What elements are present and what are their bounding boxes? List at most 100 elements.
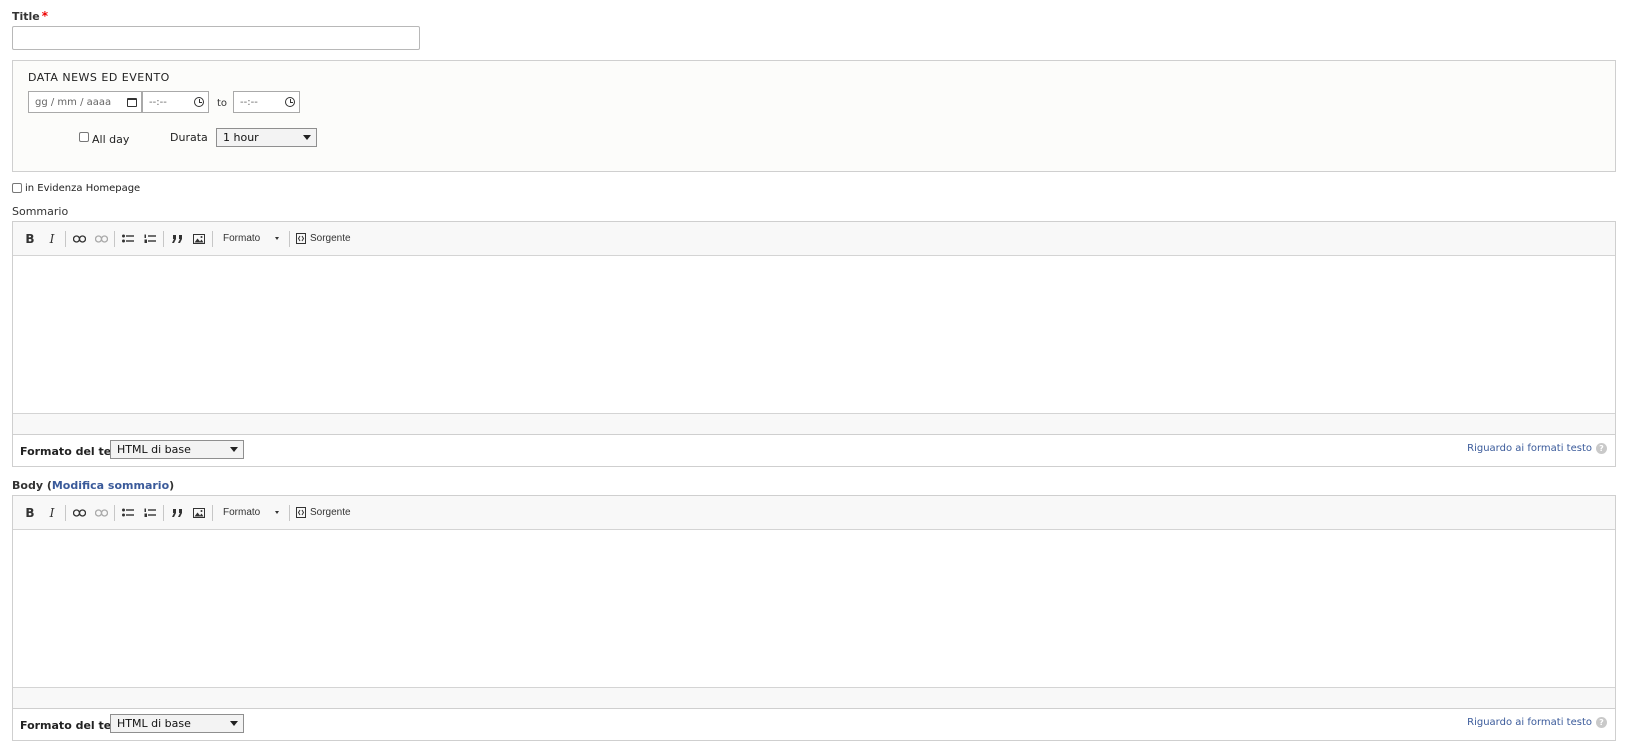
summary-text-area[interactable] (13, 256, 1615, 414)
unlink-button[interactable] (90, 228, 112, 250)
numbered-list-icon (144, 234, 156, 243)
toolbar-separator (212, 504, 213, 521)
end-time-placeholder: --:-- (240, 96, 258, 108)
source-button[interactable]: Sorgente (292, 233, 355, 244)
start-date-placeholder: gg / mm / aaaa (35, 96, 112, 108)
unlink-button[interactable] (90, 502, 112, 524)
link-icon (72, 508, 86, 517)
link-button[interactable] (68, 502, 90, 524)
duration-select[interactable]: 1 hour (216, 128, 317, 147)
format-dropdown-label: Formato (223, 507, 261, 518)
end-time-input[interactable]: --:-- (233, 91, 300, 113)
clock-icon[interactable] (285, 97, 295, 107)
summary-format-row: Formato del testo HTML di base Riguardo … (12, 435, 1616, 467)
start-date-input[interactable]: gg / mm / aaaa (28, 91, 142, 113)
dropdown-arrow-icon (303, 135, 311, 140)
chevron-down-icon (275, 511, 279, 514)
duration-value: 1 hour (223, 131, 259, 144)
unlink-icon (94, 508, 108, 517)
link-button[interactable] (68, 228, 90, 250)
format-dropdown-label: Formato (223, 233, 261, 244)
title-input[interactable] (12, 26, 420, 50)
body-editor: B I Formato Sorgente (12, 495, 1616, 709)
format-dropdown[interactable]: Formato (215, 228, 287, 250)
toolbar-separator (65, 230, 66, 247)
body-text-format-select[interactable]: HTML di base (110, 714, 244, 733)
dropdown-arrow-icon (230, 447, 238, 452)
source-label: Sorgente (310, 233, 351, 244)
format-dropdown[interactable]: Formato (215, 502, 287, 524)
all-day-checkbox[interactable] (79, 132, 89, 142)
blockquote-icon (171, 234, 182, 243)
blockquote-button[interactable] (166, 502, 188, 524)
bold-button[interactable]: B (19, 502, 41, 524)
to-label: to (217, 98, 228, 109)
toolbar-separator (114, 504, 115, 521)
blockquote-icon (171, 508, 182, 517)
numbered-list-icon (144, 508, 156, 517)
bold-button[interactable]: B (19, 228, 41, 250)
body-format-guide[interactable]: Riguardo ai formati testo ? (1467, 717, 1607, 728)
edit-summary-link[interactable]: Modifica sommario (52, 479, 169, 492)
start-time-input[interactable]: --:-- (142, 91, 209, 113)
body-status-bar (13, 688, 1615, 708)
help-icon[interactable]: ? (1596, 443, 1607, 454)
image-button[interactable] (188, 502, 210, 524)
dropdown-arrow-icon (230, 721, 238, 726)
blockquote-button[interactable] (166, 228, 188, 250)
unlink-icon (94, 234, 108, 243)
source-button[interactable]: Sorgente (292, 507, 355, 518)
bulleted-list-icon (122, 508, 134, 516)
body-text-format-value: HTML di base (117, 717, 191, 730)
format-guide-link[interactable]: Riguardo ai formati testo (1467, 717, 1592, 728)
title-label-text: Title (12, 10, 40, 23)
date-fieldset: DATA NEWS ED EVENTO gg / mm / aaaa --:--… (12, 60, 1616, 172)
body-label: Body (12, 479, 43, 492)
toolbar-separator (289, 230, 290, 247)
body-format-row: Formato del testo HTML di base Riguardo … (12, 709, 1616, 741)
summary-text-format-value: HTML di base (117, 443, 191, 456)
start-time-placeholder: --:-- (149, 96, 167, 108)
body-text-area[interactable] (13, 530, 1615, 688)
date-legend: DATA NEWS ED EVENTO (28, 71, 170, 84)
image-button[interactable] (188, 228, 210, 250)
link-icon (72, 234, 86, 243)
numbered-list-button[interactable] (139, 502, 161, 524)
image-icon (193, 233, 205, 244)
title-label: Title * (12, 9, 48, 23)
help-icon[interactable]: ? (1596, 717, 1607, 728)
toolbar-separator (212, 230, 213, 247)
toolbar-separator (163, 504, 164, 521)
summary-text-format-select[interactable]: HTML di base (110, 440, 244, 459)
required-mark: * (41, 9, 49, 23)
format-guide-link[interactable]: Riguardo ai formati testo (1467, 443, 1592, 454)
image-icon (193, 507, 205, 518)
source-icon (296, 233, 306, 244)
bulleted-list-button[interactable] (117, 502, 139, 524)
body-label-row: Body (Modifica sommario) (12, 479, 175, 492)
toolbar-separator (289, 504, 290, 521)
featured-checkbox[interactable] (12, 183, 22, 193)
bulleted-list-button[interactable] (117, 228, 139, 250)
duration-label: Durata (170, 131, 208, 144)
chevron-down-icon (275, 237, 279, 240)
toolbar-separator (163, 230, 164, 247)
summary-editor: B I Formato Sorgente (12, 221, 1616, 435)
numbered-list-button[interactable] (139, 228, 161, 250)
summary-status-bar (13, 414, 1615, 434)
all-day-label: All day (92, 133, 130, 146)
italic-button[interactable]: I (41, 228, 63, 250)
body-toolbar: B I Formato Sorgente (13, 496, 1615, 530)
clock-icon[interactable] (194, 97, 204, 107)
calendar-icon[interactable] (127, 97, 137, 107)
summary-format-guide[interactable]: Riguardo ai formati testo ? (1467, 443, 1607, 454)
bulleted-list-icon (122, 234, 134, 242)
italic-button[interactable]: I (41, 502, 63, 524)
summary-toolbar: B I Formato Sorgente (13, 222, 1615, 256)
source-icon (296, 507, 306, 518)
toolbar-separator (65, 504, 66, 521)
toolbar-separator (114, 230, 115, 247)
source-label: Sorgente (310, 507, 351, 518)
featured-label: in Evidenza Homepage (25, 183, 141, 194)
summary-label: Sommario (12, 205, 69, 218)
